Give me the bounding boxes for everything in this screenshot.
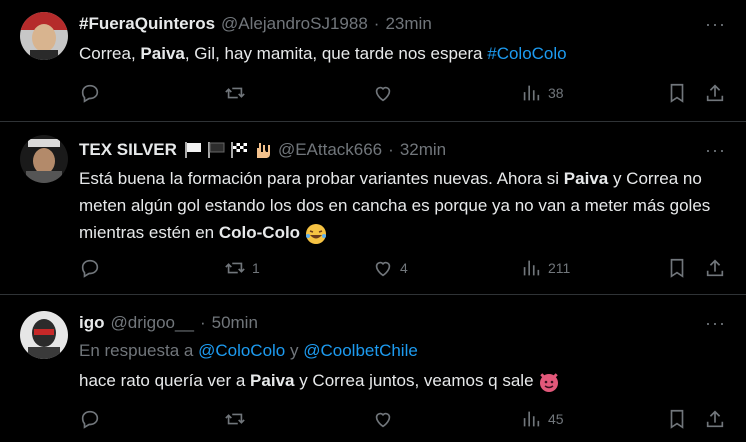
text-segment: hace rato quería ver a bbox=[79, 371, 251, 390]
timestamp[interactable]: 23min bbox=[385, 14, 431, 34]
views-button[interactable]: 211 bbox=[520, 257, 570, 279]
like-count: 4 bbox=[400, 260, 408, 276]
text-segment: Está buena la formación para probar vari… bbox=[79, 169, 564, 188]
share-button[interactable] bbox=[704, 257, 726, 279]
timestamp[interactable]: 50min bbox=[212, 313, 258, 333]
separator-dot: · bbox=[373, 14, 380, 33]
view-count: 211 bbox=[548, 260, 571, 276]
bookmark-button[interactable] bbox=[666, 257, 688, 279]
like-button[interactable] bbox=[372, 82, 400, 104]
retweet-button[interactable]: 1 bbox=[224, 257, 260, 279]
rock-hand-icon bbox=[256, 143, 270, 158]
mention-link[interactable]: @ColoColo bbox=[198, 341, 285, 360]
reply-icon bbox=[81, 84, 99, 103]
black-flag-icon bbox=[207, 142, 225, 158]
reply-button[interactable] bbox=[79, 408, 107, 430]
mention-link[interactable]: @CoolbetChile bbox=[303, 341, 418, 360]
hashtag-link[interactable]: #ColoColo bbox=[487, 44, 566, 63]
display-name[interactable]: igo bbox=[79, 313, 105, 333]
views-icon bbox=[523, 85, 540, 101]
avatar[interactable] bbox=[20, 311, 68, 359]
display-name[interactable]: TEX SILVER bbox=[79, 140, 177, 160]
like-button[interactable]: 4 bbox=[372, 257, 408, 279]
retweet-button[interactable] bbox=[224, 82, 252, 104]
like-button[interactable] bbox=[372, 408, 400, 430]
views-icon bbox=[523, 260, 540, 276]
share-button[interactable] bbox=[704, 408, 726, 430]
name-flag-emojis bbox=[183, 142, 272, 158]
text-bold: Paiva bbox=[140, 44, 185, 63]
share-button[interactable] bbox=[704, 82, 726, 104]
bookmark-icon bbox=[670, 258, 684, 278]
text-segment: Correa, bbox=[79, 44, 141, 63]
avatar[interactable] bbox=[20, 135, 68, 183]
reply-button[interactable] bbox=[79, 257, 107, 279]
separator-dot: · bbox=[388, 140, 394, 159]
text-bold: Paiva bbox=[563, 169, 609, 188]
tweet[interactable]: igo @drigoo__ · 50min ··· En respuesta a… bbox=[0, 295, 746, 442]
display-name[interactable]: #FueraQuinteros bbox=[79, 14, 215, 34]
like-icon bbox=[375, 261, 391, 277]
reply-icon bbox=[81, 410, 99, 429]
text-segment: y Correa juntos, veamos q sale bbox=[294, 371, 534, 390]
reply-prefix: En respuesta a bbox=[79, 341, 199, 360]
view-count: 38 bbox=[548, 85, 564, 101]
more-icon[interactable]: ··· bbox=[705, 140, 726, 161]
bookmark-icon bbox=[670, 83, 684, 103]
more-icon[interactable]: ··· bbox=[705, 313, 726, 334]
bookmark-button[interactable] bbox=[666, 82, 688, 104]
tweet-header: TEX SILVER @EAttack666 · 32min bbox=[79, 140, 446, 160]
devil-face-emoji-icon bbox=[540, 372, 559, 392]
text-bold: Colo-Colo bbox=[218, 223, 301, 242]
share-icon bbox=[706, 410, 724, 428]
like-icon bbox=[375, 86, 391, 102]
checkered-flag-icon bbox=[230, 142, 247, 158]
laughing-tears-emoji-icon bbox=[305, 223, 326, 244]
text-segment: , Gil, hay mamita, que tarde nos espera bbox=[184, 44, 488, 63]
more-icon[interactable]: ··· bbox=[705, 14, 726, 35]
action-bar: 38 bbox=[79, 82, 726, 106]
tweet-text: hace rato quería ver a Paiva y Correa ju… bbox=[79, 367, 719, 394]
action-bar: 45 bbox=[79, 408, 726, 432]
tweet-header: #FueraQuinteros @AlejandroSJ1988 · 23min bbox=[79, 14, 432, 34]
retweet-icon bbox=[225, 413, 245, 425]
white-flag-icon bbox=[184, 142, 201, 158]
text-bold: Paiva bbox=[250, 371, 295, 390]
user-handle[interactable]: @drigoo__ bbox=[111, 313, 194, 333]
views-button[interactable]: 45 bbox=[520, 408, 564, 430]
tweet[interactable]: #FueraQuinteros @AlejandroSJ1988 · 23min… bbox=[0, 0, 746, 122]
views-icon bbox=[523, 411, 540, 427]
bookmark-button[interactable] bbox=[666, 408, 688, 430]
bookmark-icon bbox=[670, 409, 684, 429]
user-handle[interactable]: @AlejandroSJ1988 bbox=[221, 14, 368, 34]
retweet-count: 1 bbox=[252, 260, 260, 276]
tweet[interactable]: TEX SILVER @EAttack666 · 32min ··· Está … bbox=[0, 121, 746, 295]
action-bar: 1 4 211 bbox=[79, 257, 726, 281]
reply-icon bbox=[81, 259, 99, 278]
retweet-icon bbox=[225, 262, 245, 274]
timestamp[interactable]: 32min bbox=[400, 140, 446, 160]
share-icon bbox=[706, 259, 724, 277]
like-icon bbox=[375, 412, 391, 428]
reply-context: En respuesta a @ColoColo y @CoolbetChile bbox=[79, 341, 418, 361]
separator-dot: · bbox=[199, 313, 206, 332]
view-count: 45 bbox=[548, 411, 564, 427]
tweet-header: igo @drigoo__ · 50min bbox=[79, 313, 258, 333]
tweet-text: Correa, Paiva, Gil, hay mamita, que tard… bbox=[79, 40, 719, 67]
retweet-button[interactable] bbox=[224, 408, 252, 430]
avatar[interactable] bbox=[20, 12, 68, 60]
retweet-icon bbox=[225, 87, 245, 99]
tweet-text: Está buena la formación para probar vari… bbox=[79, 165, 719, 246]
reply-button[interactable] bbox=[79, 82, 107, 104]
user-handle[interactable]: @EAttack666 bbox=[278, 140, 382, 160]
reply-join: y bbox=[285, 341, 304, 360]
share-icon bbox=[706, 84, 724, 102]
views-button[interactable]: 38 bbox=[520, 82, 564, 104]
